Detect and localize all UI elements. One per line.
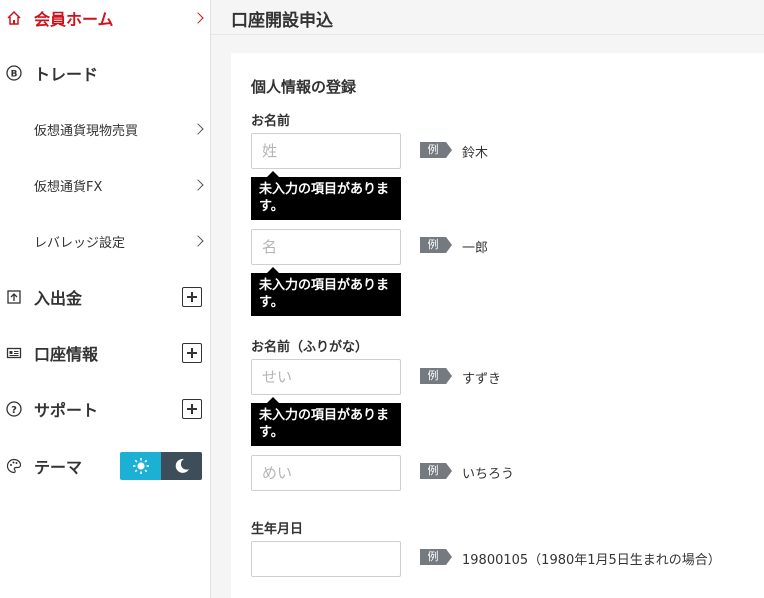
sidebar-item-label: 仮想通貨FX bbox=[34, 179, 103, 195]
sidebar-item-trade[interactable]: B トレード bbox=[0, 55, 210, 91]
chevron-right-icon bbox=[192, 235, 204, 247]
sidebar-item-home[interactable]: 会員ホーム bbox=[0, 0, 210, 36]
sidebar-item-spot-trading[interactable]: 仮想通貨現物売買 bbox=[0, 111, 210, 147]
palette-icon bbox=[6, 458, 22, 474]
chevron-right-icon bbox=[192, 123, 204, 135]
sun-icon bbox=[132, 458, 149, 474]
sidebar-item-label: テーマ bbox=[34, 458, 83, 477]
theme-toggle[interactable] bbox=[120, 452, 202, 480]
sidebar-item-label: 入出金 bbox=[34, 289, 83, 308]
example-tag: 例 bbox=[420, 142, 452, 158]
last-name-kana-example: すずき bbox=[462, 372, 502, 387]
birth-date-label: 生年月日 bbox=[251, 522, 304, 537]
last-name-input[interactable] bbox=[251, 133, 401, 169]
example-tag: 例 bbox=[420, 549, 452, 565]
birth-date-input[interactable] bbox=[251, 541, 401, 577]
example-tag: 例 bbox=[420, 237, 452, 253]
chevron-right-icon bbox=[192, 179, 204, 191]
required-error-tooltip: 未入力の項目があります。 bbox=[251, 267, 401, 316]
bitcoin-icon: B bbox=[6, 65, 22, 81]
svg-text:?: ? bbox=[11, 405, 17, 416]
page-title: 口座開設申込 bbox=[231, 11, 333, 31]
expand-icon[interactable] bbox=[182, 343, 202, 363]
page-header: 口座開設申込 bbox=[211, 0, 764, 35]
birth-date-example: 19800105（1980年1月5日生まれの場合） bbox=[462, 553, 721, 568]
first-name-kana-input[interactable] bbox=[251, 455, 401, 491]
id-card-icon bbox=[6, 345, 22, 361]
expand-icon[interactable] bbox=[182, 287, 202, 307]
expand-icon[interactable] bbox=[182, 399, 202, 419]
sidebar-item-theme: テーマ bbox=[0, 448, 210, 484]
sidebar-item-support[interactable]: ? サポート bbox=[0, 391, 210, 427]
svg-text:B: B bbox=[11, 70, 18, 80]
chevron-right-icon bbox=[192, 12, 204, 24]
name-kana-label: お名前（ふりがな） bbox=[251, 340, 369, 355]
sidebar-item-leverage-settings[interactable]: レバレッジ設定 bbox=[0, 223, 210, 259]
section-title: 個人情報の登録 bbox=[251, 78, 357, 96]
last-name-example: 鈴木 bbox=[462, 146, 489, 161]
sidebar-item-label: レバレッジ設定 bbox=[34, 235, 126, 251]
sidebar-item-label: 口座情報 bbox=[34, 345, 99, 364]
first-name-example: 一郎 bbox=[462, 241, 489, 256]
name-label: お名前 bbox=[251, 114, 291, 129]
required-error-tooltip: 未入力の項目があります。 bbox=[251, 397, 401, 446]
sidebar-item-account-info[interactable]: 口座情報 bbox=[0, 335, 210, 371]
first-name-kana-example: いちろう bbox=[462, 467, 515, 482]
example-tag: 例 bbox=[420, 368, 452, 384]
light-theme-button[interactable] bbox=[120, 452, 161, 480]
sidebar: 会員ホーム B トレード 仮想通貨現物売買 仮想通貨FX レバレッジ設定 入出金… bbox=[0, 0, 211, 598]
first-name-input[interactable] bbox=[251, 229, 401, 265]
sidebar-item-label: トレード bbox=[34, 65, 99, 84]
sidebar-item-label: 仮想通貨現物売買 bbox=[34, 123, 139, 139]
sidebar-item-label: 会員ホーム bbox=[34, 10, 114, 29]
home-icon bbox=[6, 10, 22, 26]
sidebar-item-deposit-withdrawal[interactable]: 入出金 bbox=[0, 279, 210, 315]
sidebar-item-crypto-fx[interactable]: 仮想通貨FX bbox=[0, 167, 210, 203]
last-name-kana-input[interactable] bbox=[251, 359, 401, 395]
deposit-icon bbox=[6, 289, 22, 305]
required-error-tooltip: 未入力の項目があります。 bbox=[251, 171, 401, 220]
dark-theme-button[interactable] bbox=[161, 452, 202, 480]
sidebar-item-label: サポート bbox=[34, 401, 99, 420]
moon-icon bbox=[175, 458, 189, 473]
question-icon: ? bbox=[6, 401, 22, 417]
example-tag: 例 bbox=[420, 463, 452, 479]
